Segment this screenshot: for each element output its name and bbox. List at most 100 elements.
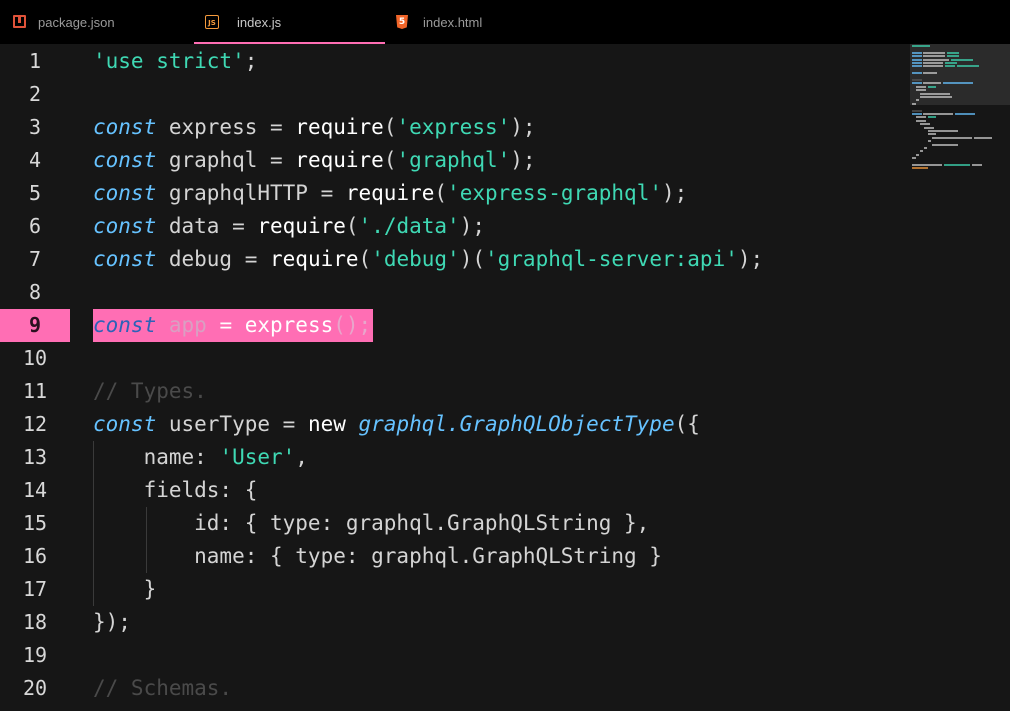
- code-token: (: [383, 148, 397, 172]
- code-token: 'debug': [371, 247, 460, 271]
- minimap-line: [932, 143, 958, 146]
- code-text: const graphqlHTTP = require('express-gra…: [93, 177, 687, 210]
- code-line[interactable]: 6 const data = require('./data');: [0, 210, 900, 243]
- line-number: 16: [22, 544, 48, 568]
- code-token: new: [307, 412, 359, 436]
- tab-label: package.json: [38, 14, 115, 30]
- code-token: 'User': [219, 445, 296, 469]
- code-line[interactable]: 19: [0, 639, 900, 672]
- line-number: 7: [28, 247, 42, 271]
- code-line[interactable]: 8: [0, 276, 900, 309]
- package-icon: [12, 14, 28, 30]
- minimap-line: [916, 85, 926, 88]
- code-line[interactable]: 11 // Types.: [0, 375, 900, 408]
- minimap-line: [912, 113, 922, 115]
- code-token: graphql.GraphQLObjectType: [358, 412, 675, 436]
- minimap-line: [932, 136, 972, 139]
- line-number: 18: [22, 610, 48, 634]
- code-token: ,: [295, 445, 308, 469]
- minimap-line: [944, 164, 970, 166]
- minimap-line: [974, 136, 992, 139]
- code-token: const: [93, 148, 157, 172]
- minimap-line: [923, 113, 953, 115]
- code-line[interactable]: 7 const debug = require('debug')('graphql…: [0, 243, 900, 276]
- code-token: ;: [244, 49, 258, 73]
- code-token: require: [270, 247, 359, 271]
- code-text: const data = require('./data');: [93, 210, 485, 243]
- minimap-line: [912, 164, 942, 166]
- tab-index-html[interactable]: 5 index.html: [394, 0, 574, 44]
- line-number: 12: [22, 412, 48, 436]
- minimap-line: [912, 45, 930, 47]
- minimap-line: [912, 65, 922, 68]
- code-token: // Schemas.: [93, 676, 233, 700]
- code-token: './data': [358, 214, 460, 238]
- code-token: (: [383, 115, 397, 139]
- code-token: 'express-graphql': [447, 181, 662, 205]
- code-line[interactable]: 2: [0, 78, 900, 111]
- js-file-icon: JS: [204, 14, 220, 30]
- code-line[interactable]: 10: [0, 342, 900, 375]
- code-text: name: 'User',: [93, 441, 308, 474]
- code-text: 'use strict';: [93, 45, 257, 78]
- minimap-line: [928, 130, 958, 132]
- code-token: 'graphql': [396, 148, 511, 172]
- line-number: 5: [28, 181, 42, 205]
- code-token: require: [257, 214, 346, 238]
- code-line[interactable]: 17 }: [0, 573, 900, 606]
- minimap-line: [916, 89, 926, 92]
- code-token: data =: [156, 214, 258, 238]
- code-line[interactable]: 4 const graphql = require('graphql');: [0, 144, 900, 177]
- code-token: (: [358, 247, 372, 271]
- code-token: fields: {: [93, 478, 258, 502]
- code-token: ({: [674, 412, 700, 436]
- code-token: require: [345, 181, 435, 205]
- code-line[interactable]: 20 // Schemas.: [0, 672, 900, 705]
- code-line[interactable]: 16 name: { type: graphql.GraphQLString }: [0, 540, 900, 573]
- line-number: 15: [22, 511, 48, 535]
- minimap-line: [972, 164, 982, 166]
- minimap-line: [916, 116, 926, 119]
- code-text: }: [93, 573, 157, 606]
- minimap-line: [912, 62, 922, 64]
- minimap-line: [923, 55, 945, 58]
- code-text: const debug = require('debug')('graphql-…: [93, 243, 763, 276]
- tab-index-js[interactable]: JS index.js: [194, 0, 385, 44]
- code-token: );: [737, 247, 764, 271]
- code-token: const: [93, 214, 157, 238]
- code-token: graphql =: [156, 148, 296, 172]
- minimap-line: [912, 82, 922, 85]
- code-token: );: [661, 181, 688, 205]
- minimap-line: [928, 133, 936, 136]
- code-token: graphqlHTTP =: [156, 181, 346, 205]
- code-line[interactable]: 1 'use strict';: [0, 45, 900, 78]
- minimap-line: [916, 119, 926, 122]
- minimap-line: [928, 140, 931, 143]
- minimap-line: [924, 126, 934, 129]
- minimap-line: [928, 85, 936, 88]
- code-line[interactable]: 14 fields: {: [0, 474, 900, 507]
- line-number: 14: [22, 478, 48, 502]
- minimap-line: [912, 51, 922, 54]
- code-token: (: [345, 214, 359, 238]
- code-line[interactable]: 12 const userType = new graphql.GraphQLOb…: [0, 408, 900, 441]
- minimap-line: [924, 147, 927, 149]
- tab-package-json[interactable]: package.json: [12, 0, 182, 44]
- code-line[interactable]: 13 name: 'User',: [0, 441, 900, 474]
- minimap-line: [912, 167, 928, 170]
- minimap-line: [920, 150, 923, 153]
- code-line[interactable]: 3 const express = require('express');: [0, 111, 900, 144]
- code-line[interactable]: 18});: [0, 606, 900, 639]
- line-number: 4: [28, 148, 42, 172]
- code-token: 'graphql-server:api': [485, 247, 738, 271]
- code-line[interactable]: 15 id: { type: graphql.GraphQLString },: [0, 507, 900, 540]
- code-token: const: [93, 247, 157, 271]
- minimap-line: [923, 62, 943, 64]
- line-number: 17: [22, 577, 48, 601]
- code-line[interactable]: 9 const app = express();: [0, 309, 900, 342]
- code-line[interactable]: 5 const graphqlHTTP = require('express-gr…: [0, 177, 900, 210]
- code-editor[interactable]: 1'use strict'; 2 3 const express = require(…: [0, 44, 1010, 711]
- minimap[interactable]: [910, 44, 1010, 174]
- code-text: // Schemas.: [93, 672, 232, 705]
- minimap-line: [920, 123, 930, 126]
